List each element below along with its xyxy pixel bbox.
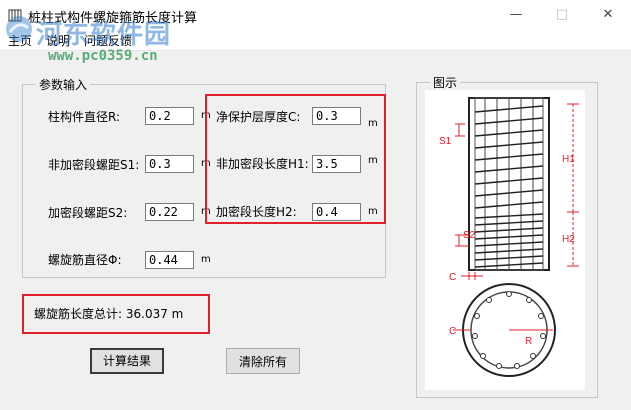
watermark-logo-icon <box>6 16 32 42</box>
c-label-section: C <box>449 326 456 337</box>
h1-label: H1 <box>562 154 575 165</box>
pile-spiral-diagram: H1 H2 S1 S2 C R C <box>439 97 579 377</box>
diagram-group-title: 图示 <box>430 74 461 91</box>
calculate-button[interactable]: 计算结果 <box>90 348 164 374</box>
s1-dimension <box>455 123 465 137</box>
h2-label: H2 <box>562 234 575 245</box>
spiral-diameter-input[interactable]: 0.44 <box>145 251 194 269</box>
s2-label: S2 <box>463 230 476 241</box>
diagram-canvas: H1 H2 S1 S2 C R C <box>425 90 585 390</box>
pitch-s1-label: 非加密段螺距S1: <box>48 158 140 172</box>
maximize-icon: □ <box>555 7 569 22</box>
close-button[interactable]: ✕ <box>585 0 631 30</box>
close-icon: ✕ <box>602 7 614 22</box>
c-label-top: C <box>449 272 456 283</box>
diameter-input[interactable]: 0.2 <box>145 107 194 125</box>
highlight-box-right-params <box>205 94 386 224</box>
spiral-diameter-label: 螺旋筋直径Φ: <box>48 253 122 267</box>
minimize-button[interactable]: — <box>493 0 539 30</box>
watermark-title: 河东软件园 <box>36 20 172 50</box>
watermark-url: www.pc0359.cn <box>48 48 158 64</box>
c-dimension-top <box>461 272 483 280</box>
result-text: 螺旋筋长度总计: 36.037 m <box>34 307 184 321</box>
s1-label: S1 <box>439 136 452 147</box>
params-group-title: 参数输入 <box>36 76 91 93</box>
minimize-icon: — <box>509 7 523 22</box>
clear-all-button[interactable]: 清除所有 <box>226 348 300 374</box>
pitch-s2-input[interactable]: 0.22 <box>145 203 194 221</box>
maximize-button[interactable]: □ <box>539 0 585 30</box>
pitch-s1-input[interactable]: 0.3 <box>145 155 194 173</box>
r-label: R <box>525 336 532 347</box>
diameter-label: 柱构件直径R: <box>48 110 121 124</box>
pitch-s2-label: 加密段螺距S2: <box>48 206 128 220</box>
spiral-diameter-unit: m <box>201 254 211 265</box>
